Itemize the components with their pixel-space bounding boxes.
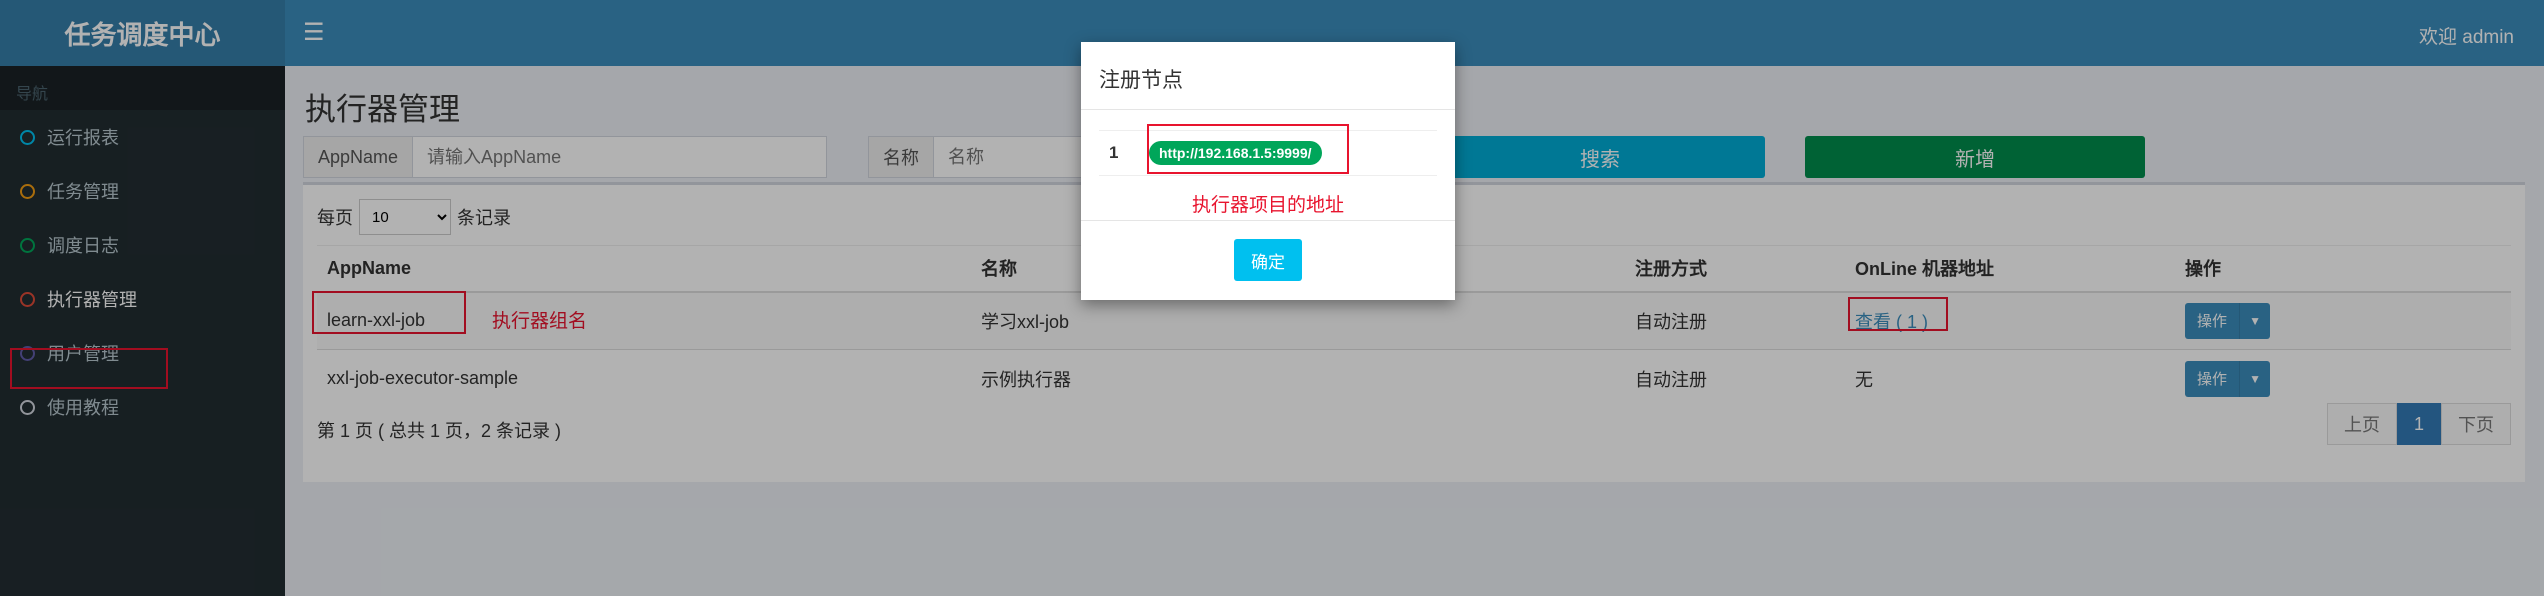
confirm-button[interactable]: 确定 (1234, 239, 1302, 281)
registry-nodes-modal: 注册节点 1 http://192.168.1.5:9999/ 执行器项目的地址… (1081, 42, 1455, 300)
modal-footer: 确定 (1081, 220, 1455, 300)
node-index: 1 (1109, 143, 1119, 162)
annotation-executor-address: 执行器项目的地址 (1191, 195, 1344, 216)
modal-title: 注册节点 (1081, 42, 1455, 110)
annotation-box (1147, 124, 1349, 174)
